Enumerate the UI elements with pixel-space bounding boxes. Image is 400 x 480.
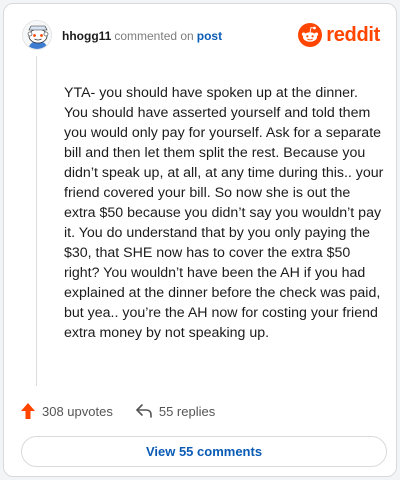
reply-button[interactable]: 55 replies [135, 403, 215, 419]
reply-arrow-icon [136, 404, 152, 418]
reddit-logo-icon [298, 23, 323, 47]
comment-header: hhogg11 commented on post reddit [18, 18, 382, 54]
snoo-avatar-icon [23, 21, 51, 49]
comment-card: hhogg11 commented on post reddit YTA- you … [3, 3, 397, 477]
upvote-button[interactable]: 308 upvotes [20, 402, 113, 420]
comment-body: YTA- you should have spoken up at the di… [64, 85, 384, 341]
post-link[interactable]: post [197, 29, 222, 43]
comment-actions: 308 upvotes 55 replies [20, 400, 215, 422]
view-comments-button[interactable]: View 55 comments [21, 436, 387, 467]
upvote-arrow-icon [21, 403, 35, 419]
avatar[interactable] [22, 20, 52, 50]
action-text: commented on [114, 29, 194, 43]
comment-meta: hhogg11 commented on post [62, 29, 222, 43]
brand-name: reddit [326, 23, 380, 46]
thread-line [36, 56, 37, 386]
reddit-brand[interactable]: reddit [298, 22, 380, 48]
reply-count: 55 replies [158, 403, 216, 419]
username[interactable]: hhogg11 [62, 29, 111, 43]
upvote-count: 308 upvotes [42, 403, 113, 419]
